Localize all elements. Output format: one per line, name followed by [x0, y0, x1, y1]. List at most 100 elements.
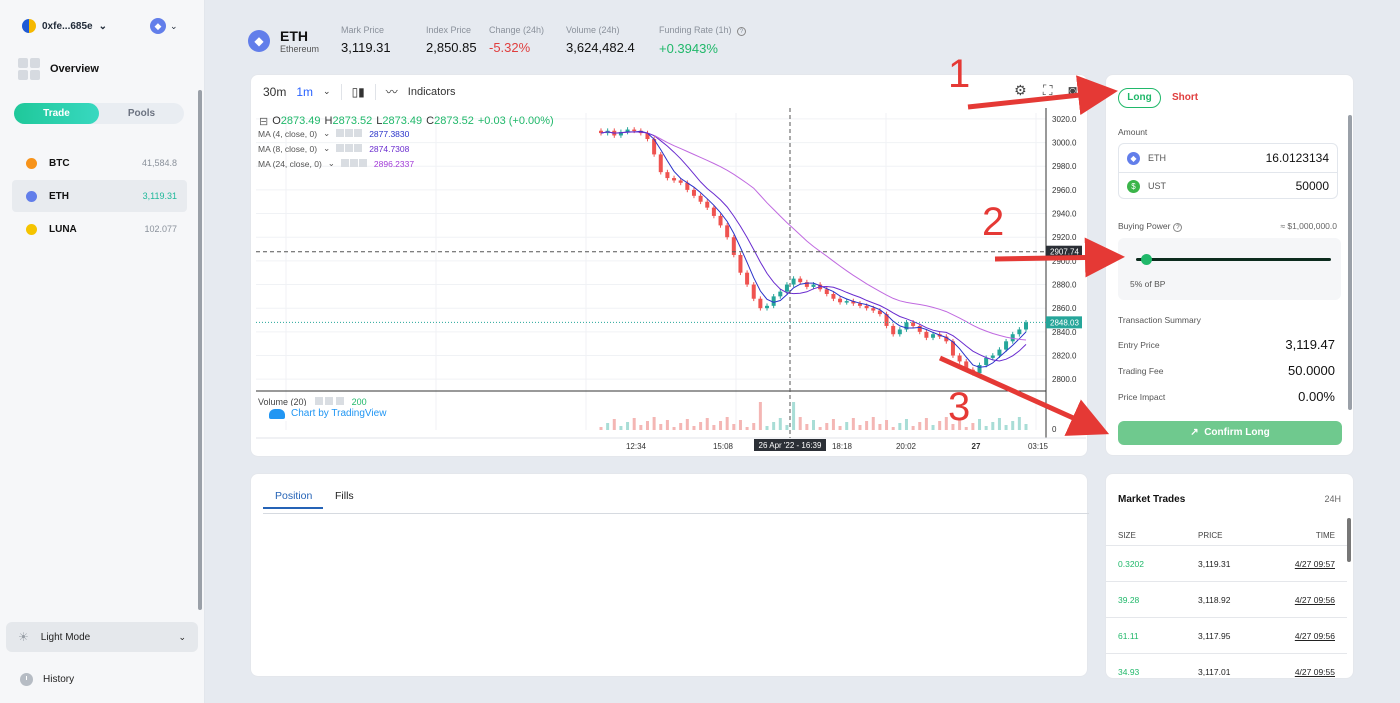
volume-bar	[612, 419, 616, 430]
market-trades-period[interactable]: 24H	[1324, 494, 1341, 504]
theme-selector[interactable]: ☀ Light Mode ⌄	[6, 622, 198, 652]
tab-pools[interactable]: Pools	[99, 103, 184, 124]
price-impact-label: Price Impact	[1118, 391, 1166, 402]
candle	[798, 278, 803, 283]
crosshair-price-label: 2907.74	[1050, 248, 1079, 257]
volume-bar	[898, 423, 902, 430]
asset-item-eth[interactable]: ETH 3,119.31	[12, 180, 187, 212]
trade-time-link[interactable]: 4/27 09:56	[1295, 631, 1335, 641]
confirm-long-button[interactable]: ↗ Confirm Long	[1118, 421, 1342, 445]
candle	[751, 284, 756, 299]
asset-price: 41,584.8	[141, 158, 177, 168]
chevron-down-icon[interactable]: ⌄	[323, 86, 331, 97]
market-name: Ethereum	[280, 44, 320, 54]
candle	[698, 195, 703, 202]
volume-axis-label: 0	[1052, 425, 1057, 434]
y-tick-label: 3020.0	[1052, 115, 1077, 124]
candle	[778, 291, 783, 297]
chart-toolbar: 30m 1m ⌄ ▯▮ 〰 Indicators	[263, 83, 456, 100]
camera-icon[interactable]: ◙	[1069, 82, 1077, 99]
ohlc-change: +0.03 (+0.00%)	[477, 115, 554, 127]
candle	[731, 237, 736, 255]
order-panel: Long Short Amount ◆ ETH 16.0123134 $ UST…	[1105, 74, 1354, 456]
trade-price: 3,117.01	[1198, 666, 1231, 677]
dollar-icon: $	[1127, 179, 1140, 193]
info-icon[interactable]: ?	[737, 27, 747, 36]
y-tick-label: 2820.0	[1052, 352, 1077, 361]
sidebar-scrollbar[interactable]	[198, 90, 202, 610]
timeframe-1m[interactable]: 1m	[296, 85, 313, 99]
tab-trade[interactable]: Trade	[14, 103, 99, 124]
tab-long[interactable]: Long	[1118, 88, 1161, 108]
asset-price: 102.077	[144, 224, 177, 234]
gear-icon[interactable]: ⚙	[1014, 82, 1027, 99]
nav-history[interactable]: History	[20, 673, 74, 686]
candle	[871, 308, 876, 311]
stat-index-price: Index Price 2,850.85	[426, 25, 477, 55]
x-tick-label: 20:02	[896, 442, 917, 451]
candle	[711, 207, 716, 216]
volume-bar	[639, 425, 643, 430]
indicators-button[interactable]: Indicators	[408, 86, 456, 98]
chart-tools: ⚙ ⛶ ◙	[1014, 82, 1077, 99]
volume-bar	[619, 426, 623, 430]
volume-bar	[918, 422, 922, 430]
trade-time-link[interactable]: 4/27 09:57	[1295, 559, 1335, 569]
network-selector[interactable]: ◆ ⌄	[150, 18, 178, 34]
candle	[765, 305, 770, 309]
volume-bar	[865, 421, 869, 430]
fullscreen-icon[interactable]: ⛶	[1043, 82, 1053, 99]
buying-power-label: Buying Power?	[1118, 221, 1183, 232]
trade-time-link[interactable]: 4/27 09:55	[1295, 667, 1335, 677]
timeframe-30m[interactable]: 30m	[263, 85, 286, 99]
stat-value: 2,850.85	[426, 40, 477, 55]
asset-item-btc[interactable]: BTC 41,584.8	[12, 147, 187, 179]
y-tick-label: 2860.0	[1052, 304, 1077, 313]
annotation-number-3: 3	[948, 385, 971, 429]
candlestick-icon[interactable]: ▯▮	[352, 85, 365, 99]
volume-bar	[971, 423, 975, 430]
volume-bar	[798, 417, 802, 430]
ohlc-close: 2873.52	[434, 115, 474, 127]
candle	[911, 322, 916, 326]
candle	[964, 361, 969, 370]
volume-bar	[738, 420, 742, 430]
trading-fee-value: 50.0000	[1288, 363, 1335, 378]
ma-legend-24: MA (24, close, 0) ⌄ 2896.2337	[258, 158, 415, 169]
eth-amount-field[interactable]: ◆ ETH 16.0123134	[1127, 144, 1329, 172]
chevron-down-icon: ⌄	[178, 631, 186, 642]
ust-amount-field[interactable]: $ UST 50000	[1127, 172, 1329, 200]
market-trades-scrollbar[interactable]	[1347, 518, 1351, 562]
tab-short[interactable]: Short	[1172, 92, 1198, 103]
indicators-icon[interactable]: 〰	[386, 83, 398, 100]
x-tick-label: 18:18	[832, 442, 853, 451]
y-tick-label: 2960.0	[1052, 186, 1077, 195]
candle	[1004, 341, 1009, 350]
stat-mark-price: Mark Price 3,119.31	[341, 25, 391, 55]
trade-size: 61.11	[1118, 630, 1139, 641]
trade-time-link[interactable]: 4/27 09:56	[1295, 595, 1335, 605]
eth-amount-label: ETH	[1148, 153, 1166, 163]
nav-overview[interactable]: Overview	[18, 58, 99, 80]
order-scrollbar[interactable]	[1348, 115, 1352, 410]
stat-label: Mark Price	[341, 25, 385, 35]
slider-handle[interactable]	[1140, 254, 1152, 265]
ust-amount-value: 50000	[1295, 179, 1329, 193]
y-tick-label: 2800.0	[1052, 375, 1077, 384]
wallet-address: 0xfe...685e	[42, 20, 93, 32]
tab-position[interactable]: Position	[275, 490, 312, 502]
volume-bar	[997, 418, 1001, 430]
asset-item-luna[interactable]: LUNA 102.077	[12, 213, 187, 245]
info-icon[interactable]: ?	[1173, 223, 1183, 232]
ma-label: MA (4, close, 0)	[258, 128, 318, 139]
tradingview-link[interactable]: Chart by TradingView	[265, 406, 391, 421]
tab-fills[interactable]: Fills	[335, 490, 354, 502]
wallet-selector[interactable]: 0xfe...685e ⌄	[22, 19, 107, 33]
volume-bar	[659, 424, 663, 430]
collapse-icon[interactable]: ⊟	[259, 115, 268, 128]
volume-bar	[911, 426, 915, 430]
candle	[917, 325, 922, 332]
volume-bar	[692, 426, 696, 430]
luna-icon	[26, 223, 37, 235]
buying-power-slider[interactable]	[1136, 254, 1331, 265]
